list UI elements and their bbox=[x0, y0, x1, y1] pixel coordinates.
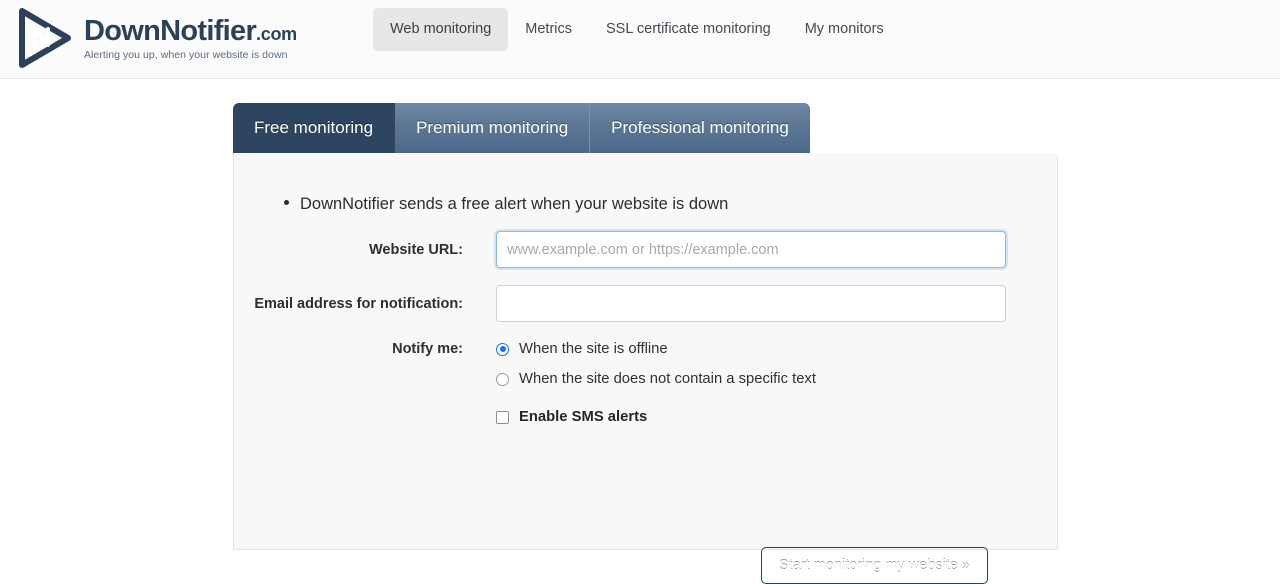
notify-me-label: Notify me: bbox=[392, 341, 463, 357]
email-address-row: Email address for notification: bbox=[234, 285, 1006, 322]
free-plan-description-text: DownNotifier sends a free alert when you… bbox=[300, 195, 729, 213]
tab-professional-monitoring[interactable]: Professional monitoring bbox=[590, 103, 810, 153]
downnotifier-play-logo-icon bbox=[19, 8, 71, 68]
bullet-icon bbox=[284, 200, 289, 205]
nav-item-ssl-certificate-monitoring[interactable]: SSL certificate monitoring bbox=[589, 8, 788, 51]
logo-tld: .com bbox=[256, 24, 297, 44]
notify-option-offline-label: When the site is offline bbox=[519, 341, 668, 357]
logo[interactable]: DownNotifier.com Alerting you up, when y… bbox=[16, 7, 297, 69]
site-header: DownNotifier.com Alerting you up, when y… bbox=[0, 0, 1280, 79]
main-navigation: Web monitoring Metrics SSL certificate m… bbox=[373, 8, 901, 52]
plan-tabs: Free monitoring Premium monitoring Profe… bbox=[233, 103, 810, 153]
nav-item-my-monitors[interactable]: My monitors bbox=[788, 8, 901, 51]
tab-free-monitoring[interactable]: Free monitoring bbox=[233, 103, 396, 153]
start-monitoring-button[interactable]: Start monitoring my website » bbox=[761, 547, 988, 584]
tab-premium-monitoring[interactable]: Premium monitoring bbox=[395, 103, 591, 153]
radio-missing-text-icon[interactable] bbox=[496, 372, 509, 386]
radio-offline-icon[interactable] bbox=[496, 342, 509, 356]
enable-sms-alerts-row[interactable]: Enable SMS alerts bbox=[496, 409, 816, 425]
nav-item-web-monitoring[interactable]: Web monitoring bbox=[373, 8, 509, 52]
email-address-label: Email address for notification: bbox=[254, 295, 463, 312]
email-address-input[interactable] bbox=[496, 285, 1006, 322]
logo-tagline: Alerting you up, when your website is do… bbox=[84, 49, 288, 61]
checkbox-sms-alerts-icon[interactable] bbox=[496, 410, 509, 424]
page-content: Free monitoring Premium monitoring Profe… bbox=[0, 79, 1280, 584]
notify-me-row: Notify me: When the site is offline When… bbox=[234, 337, 816, 425]
notify-option-missing-text[interactable]: When the site does not contain a specifi… bbox=[496, 367, 816, 391]
monitoring-form-panel: DownNotifier sends a free alert when you… bbox=[233, 153, 1058, 584]
notify-option-missing-text-label: When the site does not contain a specifi… bbox=[519, 371, 816, 387]
enable-sms-alerts-label: Enable SMS alerts bbox=[519, 409, 648, 425]
logo-text: DownNotifier.com Alerting you up, when y… bbox=[84, 17, 297, 62]
free-plan-description: DownNotifier sends a free alert when you… bbox=[284, 195, 728, 214]
website-url-input[interactable] bbox=[496, 231, 1006, 268]
website-url-label: Website URL: bbox=[369, 241, 463, 258]
nav-item-metrics[interactable]: Metrics bbox=[508, 8, 589, 51]
logo-brand-name: DownNotifier bbox=[84, 15, 257, 47]
notify-option-offline[interactable]: When the site is offline bbox=[496, 337, 816, 361]
website-url-row: Website URL: bbox=[234, 231, 1006, 268]
logo-title: DownNotifier.com bbox=[84, 17, 297, 46]
notify-options: When the site is offline When the site d… bbox=[496, 337, 816, 425]
